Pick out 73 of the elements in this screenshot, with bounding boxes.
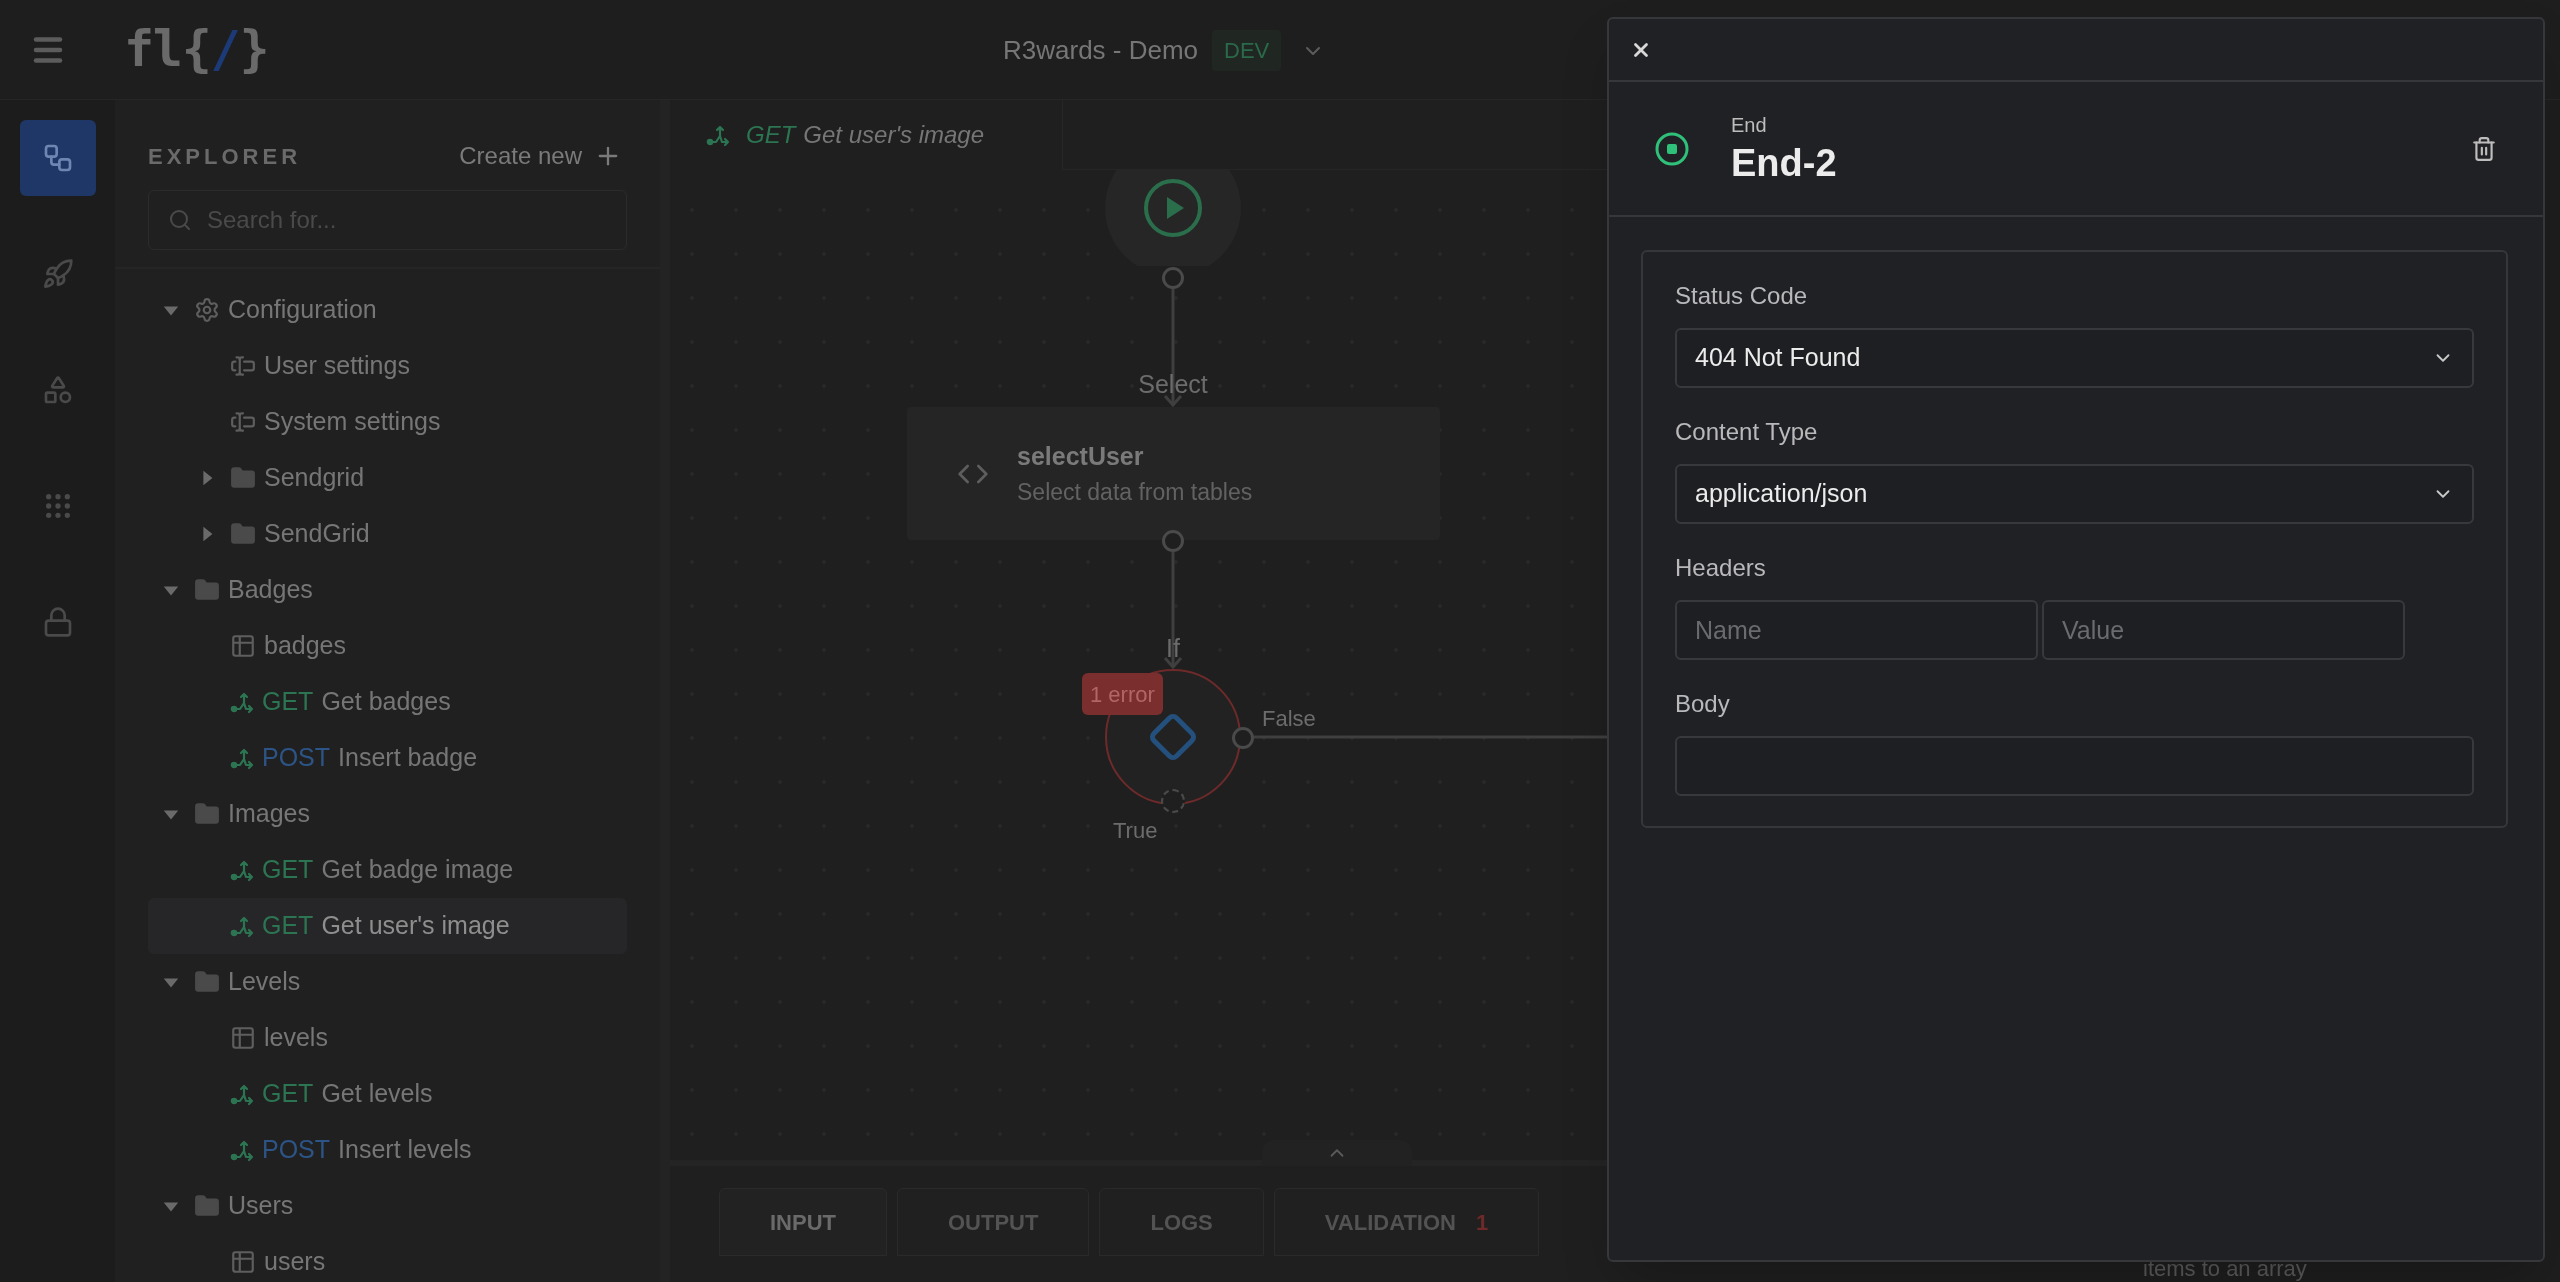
- tree-item[interactable]: Sendgrid: [148, 450, 627, 506]
- folder-icon: [194, 577, 220, 603]
- branch-arrow-icon: [230, 1138, 254, 1162]
- search-icon: [168, 208, 192, 232]
- folder-icon: [194, 801, 220, 827]
- function-node[interactable]: selectUser Select data from tables: [907, 407, 1440, 540]
- folder-icon: [230, 465, 256, 491]
- folder-icon: [194, 1193, 220, 1219]
- edge-label: If: [1165, 633, 1181, 664]
- branch-arrow-icon: [706, 123, 730, 147]
- play-icon: [1143, 178, 1203, 238]
- branch-arrow-icon: [230, 746, 254, 770]
- create-new-button[interactable]: Create new: [459, 138, 622, 174]
- tree-item[interactable]: Configuration: [148, 282, 627, 338]
- tree-item[interactable]: System settings: [148, 394, 627, 450]
- tree-item[interactable]: Badges: [148, 562, 627, 618]
- branch-arrow-icon: [230, 690, 254, 714]
- panel-tab[interactable]: INPUT: [719, 1188, 887, 1256]
- tree-item[interactable]: GET Get badges: [148, 674, 627, 730]
- tree-item[interactable]: POST Insert levels: [148, 1122, 627, 1178]
- tree-item[interactable]: SendGrid: [148, 506, 627, 562]
- text-input-icon: [230, 409, 256, 435]
- delete-button[interactable]: [2471, 135, 2497, 162]
- node-name: End-2: [1731, 140, 1837, 186]
- tree-item[interactable]: GET Get levels: [148, 1066, 627, 1122]
- logo: fl{/}: [124, 19, 269, 80]
- gear-icon: [194, 297, 220, 323]
- table-icon: [230, 633, 256, 659]
- tree-item[interactable]: Images: [148, 786, 627, 842]
- text-input-icon: [230, 353, 256, 379]
- branch-arrow-icon: [230, 858, 254, 882]
- branch-arrow-icon: [230, 914, 254, 938]
- select-field[interactable]: application/json: [1675, 464, 2474, 524]
- field-label: Body: [1675, 689, 1731, 719]
- port-handle[interactable]: [1161, 789, 1185, 813]
- field-label: Headers: [1675, 553, 1767, 583]
- edge-label: Select: [1137, 369, 1209, 400]
- tree-item[interactable]: Users: [148, 1178, 627, 1234]
- node-type: End: [1731, 112, 1768, 138]
- tree-item[interactable]: POST Insert badge: [148, 730, 627, 786]
- field-label: Content Type: [1675, 417, 1819, 447]
- folder-icon: [230, 521, 256, 547]
- select-field[interactable]: 404 Not Found: [1675, 328, 2474, 388]
- text-field[interactable]: Name: [1675, 600, 2038, 660]
- rocket-icon: [41, 258, 74, 290]
- tree-item[interactable]: GET Get badge image: [148, 842, 627, 898]
- environment-badge: DEV: [1212, 30, 1282, 71]
- branch-label: True: [1113, 817, 1158, 845]
- tree-item[interactable]: Levels: [148, 954, 627, 1010]
- branch-arrow-icon: [230, 1082, 254, 1106]
- tree-item[interactable]: GET Get user's image: [148, 898, 627, 954]
- port-handle[interactable]: [1162, 267, 1184, 289]
- stop-circle-icon: [1655, 131, 1689, 166]
- tree-item[interactable]: badges: [148, 618, 627, 674]
- branch-label: False: [1262, 705, 1316, 733]
- text-field[interactable]: [1675, 736, 2474, 796]
- node-title: selectUser: [1017, 440, 1145, 472]
- node-subtitle: Select data from tables: [1017, 478, 1253, 507]
- port-handle[interactable]: [1232, 727, 1254, 749]
- text-field[interactable]: Value: [2042, 600, 2405, 660]
- tree-item[interactable]: levels: [148, 1010, 627, 1066]
- table-icon: [230, 1249, 256, 1275]
- tree-item[interactable]: User settings: [148, 338, 627, 394]
- section-title: EXPLORER: [148, 142, 302, 171]
- tree-item[interactable]: users: [148, 1234, 627, 1282]
- nav-button[interactable]: [19, 120, 96, 196]
- folder-icon: [194, 969, 220, 995]
- field-label: Status Code: [1675, 281, 1809, 311]
- table-icon: [230, 1025, 256, 1051]
- error-badge: 1 error: [1082, 673, 1163, 715]
- trash-icon: [2471, 135, 2497, 162]
- project-title: R3wards - Demo: [1003, 34, 1199, 67]
- port-handle[interactable]: [1162, 530, 1184, 552]
